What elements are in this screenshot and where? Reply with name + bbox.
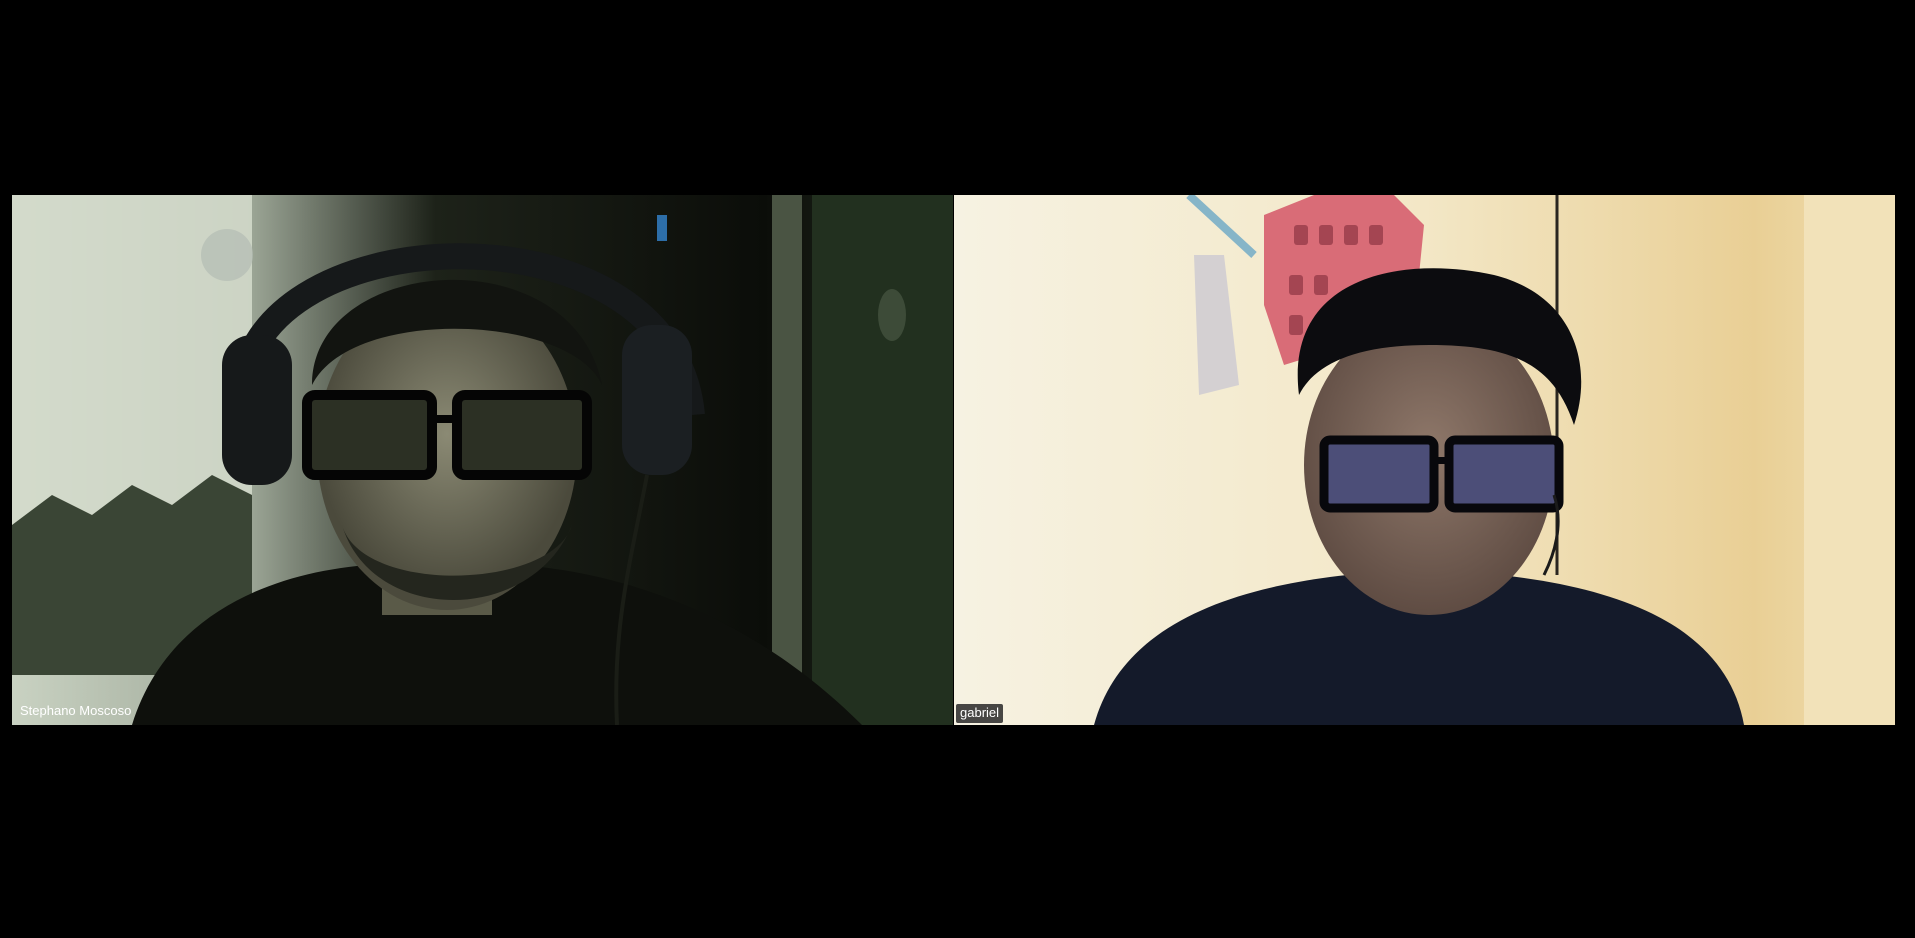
participant-tile-gabriel[interactable]: gabriel xyxy=(954,195,1895,725)
participant-video-feed xyxy=(954,195,1895,725)
participant-tile-stephano[interactable]: Stephano Moscoso xyxy=(12,195,953,725)
video-call-gallery: Stephano Moscoso gabriel xyxy=(0,0,1915,938)
webcam-frame xyxy=(954,195,1895,725)
participant-name-label: gabriel xyxy=(956,704,1004,723)
webcam-frame xyxy=(12,195,953,725)
participant-name-label: Stephano Moscoso xyxy=(20,703,132,718)
participant-video-feed xyxy=(12,195,953,725)
